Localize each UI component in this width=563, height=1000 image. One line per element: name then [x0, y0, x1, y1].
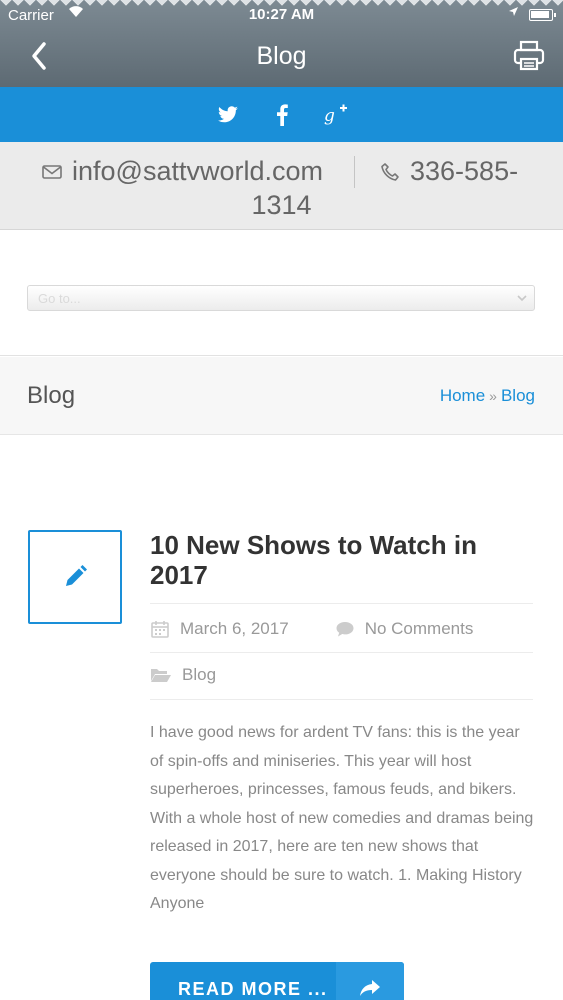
google-plus-button[interactable]: g	[323, 102, 349, 128]
calendar-icon	[151, 621, 169, 638]
status-bar: Carrier 10:27 AM	[0, 0, 563, 30]
breadcrumb: Home» Blog	[440, 386, 535, 406]
post-excerpt: I have good news for ardent TV fans: thi…	[150, 724, 534, 912]
twitter-icon	[217, 105, 238, 122]
folder-open-icon	[151, 669, 171, 682]
post-title-divider	[150, 603, 533, 604]
post-comments[interactable]: No Comments	[365, 619, 474, 639]
goto-select-placeholder: Go to...	[38, 291, 81, 306]
contact-divider	[354, 156, 355, 188]
breadcrumb-separator: »	[489, 388, 497, 404]
page-heading-bar: Blog Home» Blog	[0, 357, 563, 435]
share-arrow-icon	[336, 962, 404, 1000]
read-more-label: READ MORE ...	[178, 979, 328, 999]
social-bar: g	[0, 87, 563, 142]
status-time: 10:27 AM	[248, 6, 315, 23]
svg-text:g: g	[324, 106, 335, 126]
print-button[interactable]	[511, 38, 547, 74]
breadcrumb-blog[interactable]: Blog	[501, 386, 535, 405]
post-category[interactable]: Blog	[182, 665, 216, 685]
facebook-button[interactable]	[269, 102, 295, 128]
post-title[interactable]: 10 New Shows to Watch in 2017	[150, 530, 535, 590]
envelope-icon	[42, 164, 62, 179]
google-plus-icon: g	[324, 104, 347, 126]
post-meta-category: Blog	[150, 665, 216, 685]
twitter-button[interactable]	[215, 102, 241, 128]
phone-text-line2[interactable]: 1314	[0, 190, 563, 221]
chevron-down-icon	[517, 295, 527, 302]
phone-link[interactable]: 336-585-	[380, 156, 518, 187]
post-meta-divider-2	[150, 699, 533, 700]
battery-icon	[529, 9, 556, 21]
page-title: Blog	[27, 382, 76, 409]
email-text: info@sattvworld.com	[72, 156, 323, 186]
post-meta-divider-1	[150, 652, 533, 653]
post-meta-date-comments: March 6, 2017 No Comments	[150, 619, 473, 639]
read-more-button[interactable]: READ MORE ...	[150, 962, 404, 1000]
nav-title: Blog	[256, 42, 307, 70]
pencil-icon	[66, 565, 87, 586]
breadcrumb-home[interactable]: Home	[440, 386, 485, 405]
goto-select[interactable]: Go to...	[27, 285, 535, 311]
email-link[interactable]: info@sattvworld.com	[42, 156, 323, 187]
navigation-select-area: Go to...	[0, 230, 563, 356]
post-date[interactable]: March 6, 2017	[180, 619, 289, 639]
printer-icon	[513, 40, 545, 71]
location-arrow-icon	[508, 5, 519, 20]
phone-icon	[381, 162, 399, 181]
contact-bar: info@sattvworld.com 336-585- 1314	[0, 142, 563, 230]
phone-text-line1: 336-585-	[410, 156, 519, 186]
facebook-icon	[276, 103, 288, 126]
post-format-badge	[28, 530, 122, 624]
app-header: Carrier 10:27 AM Blog	[0, 0, 563, 87]
comment-icon	[336, 622, 354, 637]
